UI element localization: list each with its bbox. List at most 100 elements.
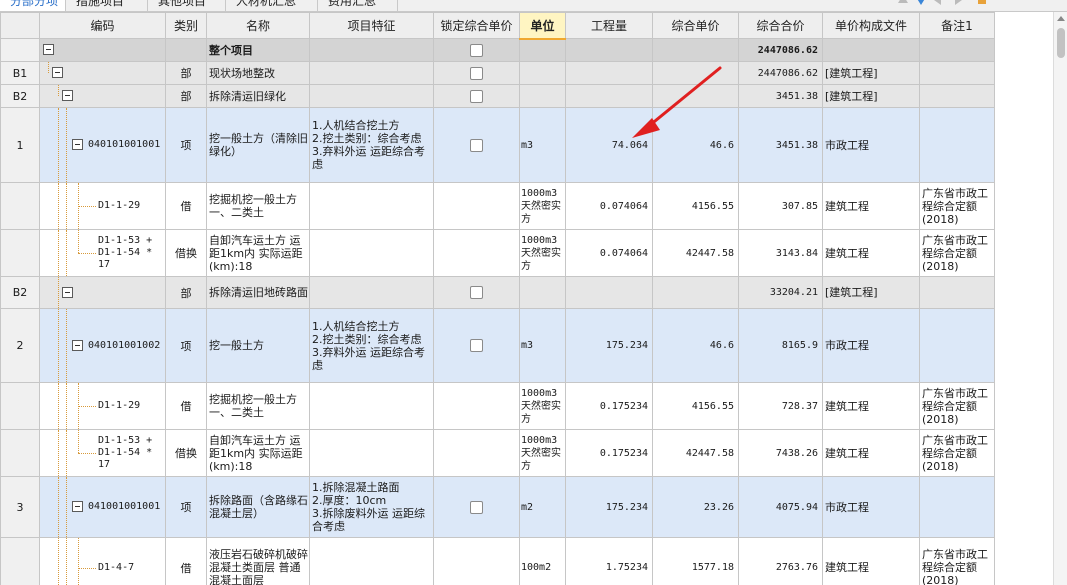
feature-cell[interactable] xyxy=(309,429,434,477)
qty-cell[interactable] xyxy=(565,61,653,85)
settings-icon[interactable] xyxy=(977,0,989,6)
unit-cell[interactable] xyxy=(519,61,566,85)
table-row[interactable]: D1-1-29 借 挖掘机挖一般土方 一、二类土 1000m3 天然密实方 0.… xyxy=(0,182,995,230)
name-cell[interactable]: 拆除清运旧地砖路面 xyxy=(206,276,310,309)
unit-cell[interactable]: 1000m3 天然密实方 xyxy=(519,229,566,277)
feature-cell[interactable] xyxy=(309,229,434,277)
table-row[interactable]: 3 041001001001 项 拆除路面（含路缘石混凝土层） 1.拆除混凝土路… xyxy=(0,476,995,538)
right-arrow-icon[interactable] xyxy=(951,0,963,6)
table-row[interactable]: D1-1-53 + D1-1-54 * 17 借换 自卸汽车运土方 运距1km内… xyxy=(0,229,995,277)
note-cell[interactable] xyxy=(919,476,995,538)
note-cell[interactable]: 广东省市政工程综合定额(2018) xyxy=(919,182,995,230)
file-cell[interactable]: 建筑工程 xyxy=(822,429,920,477)
header-feature[interactable]: 项目特征 xyxy=(309,12,434,39)
header-price[interactable]: 综合单价 xyxy=(652,12,739,39)
note-cell[interactable] xyxy=(919,61,995,85)
vertical-scrollbar[interactable] xyxy=(1053,12,1067,585)
name-cell[interactable]: 自卸汽车运土方 运距1km内 实际运距(km):18 xyxy=(206,429,310,477)
lock-checkbox[interactable] xyxy=(470,339,483,353)
file-cell[interactable] xyxy=(822,38,920,62)
note-cell[interactable]: 广东省市政工程综合定额(2018) xyxy=(919,382,995,430)
lock-checkbox[interactable] xyxy=(470,500,483,514)
lock-checkbox[interactable] xyxy=(470,43,483,57)
unit-cell[interactable]: m3 xyxy=(519,308,566,383)
note-cell[interactable]: 广东省市政工程综合定额(2018) xyxy=(919,537,995,585)
feature-cell[interactable] xyxy=(309,84,434,108)
header-name[interactable]: 名称 xyxy=(206,12,310,39)
tab-fenbu[interactable]: 分部分项 xyxy=(0,0,66,11)
code-text[interactable]: 040101001002 xyxy=(88,340,160,352)
scroll-thumb[interactable] xyxy=(1057,28,1065,58)
collapse-icon[interactable] xyxy=(72,139,83,150)
down-icon[interactable] xyxy=(915,0,927,6)
table-row[interactable]: B2 部 拆除清运旧绿化 3451.38 [建筑工程] xyxy=(0,84,995,108)
tab-cuoshi[interactable]: 措施项目 xyxy=(66,0,148,11)
file-cell[interactable]: 建筑工程 xyxy=(822,382,920,430)
header-code[interactable]: 编码 xyxy=(39,12,166,39)
feature-cell[interactable]: 1.人机结合挖土方 2.挖土类别：综合考虑 3.弃料外运 运距综合考虑 xyxy=(309,107,434,183)
code-text[interactable]: D1-1-29 xyxy=(98,200,140,212)
feature-cell[interactable]: 1.人机结合挖土方 2.挖土类别：综合考虑 3.弃料外运 运距综合考虑 xyxy=(309,308,434,383)
collapse-icon[interactable] xyxy=(43,44,54,55)
file-cell[interactable]: 建筑工程 xyxy=(822,229,920,277)
name-cell[interactable]: 自卸汽车运土方 运距1km内 实际运距(km):18 xyxy=(206,229,310,277)
name-cell[interactable]: 拆除清运旧绿化 xyxy=(206,84,310,108)
qty-cell[interactable]: 0.175234 xyxy=(565,429,653,477)
name-cell[interactable]: 拆除路面（含路缘石混凝土层） xyxy=(206,476,310,538)
lock-checkbox[interactable] xyxy=(470,66,483,80)
feature-cell[interactable] xyxy=(309,382,434,430)
unit-cell[interactable]: 1000m3 天然密实方 xyxy=(519,429,566,477)
header-unit[interactable]: 单位 xyxy=(519,12,566,40)
unit-cell[interactable]: m2 xyxy=(519,476,566,538)
lock-checkbox[interactable] xyxy=(470,286,483,300)
tab-qita[interactable]: 其他项目 xyxy=(148,0,226,11)
note-cell[interactable] xyxy=(919,308,995,383)
file-cell[interactable]: 市政工程 xyxy=(822,476,920,538)
feature-cell[interactable] xyxy=(309,182,434,230)
qty-cell[interactable]: 0.074064 xyxy=(565,229,653,277)
code-text[interactable]: 041001001001 xyxy=(88,501,160,513)
table-row[interactable]: D1-1-53 + D1-1-54 * 17 借换 自卸汽车运土方 运距1km内… xyxy=(0,429,995,477)
unit-cell[interactable]: 100m2 xyxy=(519,537,566,585)
code-text[interactable]: D1-1-53 + D1-1-54 * 17 xyxy=(98,235,152,271)
file-cell[interactable]: [建筑工程] xyxy=(822,61,920,85)
name-cell[interactable]: 现状场地整改 xyxy=(206,61,310,85)
qty-cell[interactable]: 74.064 xyxy=(565,107,653,183)
header-note[interactable]: 备注1 xyxy=(919,12,995,39)
table-row[interactable]: B1 部 现状场地整改 2447086.62 [建筑工程] xyxy=(0,61,995,85)
file-cell[interactable]: 建筑工程 xyxy=(822,182,920,230)
tab-rencaiji[interactable]: 人材机汇总 xyxy=(226,0,318,11)
collapse-icon[interactable] xyxy=(62,90,73,101)
qty-cell[interactable]: 175.234 xyxy=(565,308,653,383)
file-cell[interactable]: 市政工程 xyxy=(822,308,920,383)
table-row[interactable]: B2 部 拆除清运旧地砖路面 33204.21 [建筑工程] xyxy=(0,276,995,309)
header-type[interactable]: 类别 xyxy=(165,12,207,39)
name-cell[interactable]: 挖一般土方 xyxy=(206,308,310,383)
name-cell[interactable]: 挖掘机挖一般土方 一、二类土 xyxy=(206,382,310,430)
feature-cell[interactable]: 1.拆除混凝土路面 2.厚度：10cm 3.拆除废料外运 运距综合考虑 xyxy=(309,476,434,538)
unit-cell[interactable]: m3 xyxy=(519,107,566,183)
qty-cell[interactable]: 0.175234 xyxy=(565,382,653,430)
qty-cell[interactable] xyxy=(565,276,653,309)
file-cell[interactable]: [建筑工程] xyxy=(822,84,920,108)
feature-cell[interactable] xyxy=(309,61,434,85)
feature-cell[interactable] xyxy=(309,276,434,309)
qty-cell[interactable]: 175.234 xyxy=(565,476,653,538)
header-qty[interactable]: 工程量 xyxy=(565,12,653,39)
unit-cell[interactable] xyxy=(519,38,566,62)
collapse-icon[interactable] xyxy=(72,339,83,351)
code-text[interactable]: D1-1-53 + D1-1-54 * 17 xyxy=(98,435,152,471)
name-cell[interactable]: 挖掘机挖一般土方 一、二类土 xyxy=(206,182,310,230)
scroll-up-icon[interactable] xyxy=(1057,16,1065,21)
qty-cell[interactable]: 1.75234 xyxy=(565,537,653,585)
feature-cell[interactable] xyxy=(309,38,434,62)
collapse-icon[interactable] xyxy=(62,286,73,298)
file-cell[interactable]: 建筑工程 xyxy=(822,537,920,585)
note-cell[interactable] xyxy=(919,38,995,62)
header-lock[interactable]: 锁定综合单价 xyxy=(433,12,520,39)
table-row[interactable]: D1-1-29 借 挖掘机挖一般土方 一、二类土 1000m3 天然密实方 0.… xyxy=(0,382,995,430)
tab-feiyong[interactable]: 费用汇总 xyxy=(318,0,398,11)
left-arrow-icon[interactable] xyxy=(933,0,945,6)
table-row[interactable]: 1 040101001001 项 挖一般土方（清除旧绿化） 1.人机结合挖土方 … xyxy=(0,107,995,183)
unit-cell[interactable] xyxy=(519,276,566,309)
